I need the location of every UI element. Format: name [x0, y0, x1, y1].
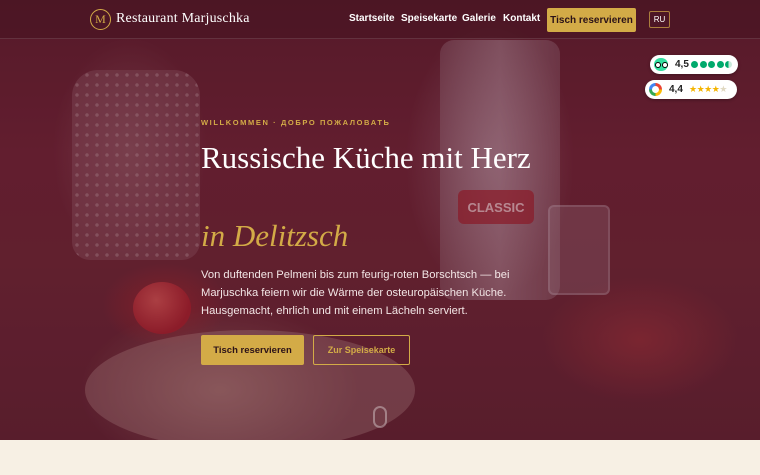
- scroll-down-icon[interactable]: [373, 406, 387, 428]
- star-icon: ★: [704, 84, 712, 94]
- hero-title: Russische Küche mit Herz: [201, 140, 531, 175]
- menu-link-button[interactable]: Zur Speisekarte: [313, 335, 410, 365]
- logo-icon[interactable]: M: [90, 9, 111, 30]
- tripadvisor-rating-value: 4,5: [675, 59, 689, 70]
- site-header: M Restaurant Marjuschka Startseite Speis…: [0, 0, 760, 39]
- next-section: [0, 440, 760, 475]
- star-icon: ★: [689, 84, 697, 94]
- hero-lead-text: Von duftenden Pelmeni bis zum feurig-rot…: [201, 269, 510, 317]
- hero-section: CLASSIC WILLKOMMEN · ДОБРО ПОЖАЛОВАТЬ Ru…: [0, 0, 760, 440]
- hero-title-accent: in Delitzsch: [201, 218, 349, 253]
- reserve-table-button[interactable]: Tisch reservieren: [201, 335, 304, 365]
- star-icon: ★: [696, 84, 705, 94]
- google-rating-value: 4,4: [669, 84, 683, 95]
- brand-name[interactable]: Restaurant Marjuschka: [116, 11, 250, 27]
- rating-dot: [725, 61, 732, 68]
- nav-item-galerie[interactable]: Galerie: [462, 13, 496, 24]
- hero-eyebrow: WILLKOMMEN · ДОБРО ПОЖАЛОВАТЬ: [201, 118, 391, 127]
- tripadvisor-rating-dots: [691, 61, 732, 68]
- rating-dot: [691, 61, 698, 68]
- tripadvisor-icon: [654, 58, 668, 71]
- google-icon: [649, 83, 662, 96]
- google-rating-stars: ★ ★ ★ ★ ★: [689, 84, 727, 95]
- nav-item-startseite[interactable]: Startseite: [349, 13, 395, 24]
- tripadvisor-rating-badge[interactable]: 4,5: [650, 55, 738, 74]
- rating-dot: [699, 61, 707, 68]
- star-icon: ★: [711, 84, 720, 94]
- star-icon: ★: [719, 84, 727, 94]
- language-switch[interactable]: RU: [649, 11, 670, 28]
- rating-dot: [708, 61, 715, 68]
- nav-item-kontakt[interactable]: Kontakt: [503, 13, 540, 24]
- header-reserve-button[interactable]: Tisch reservieren: [547, 8, 636, 32]
- hero-overlay: [0, 0, 760, 440]
- nav-item-speisekarte[interactable]: Speisekarte: [401, 13, 457, 24]
- rating-dot: [716, 61, 724, 68]
- google-rating-badge[interactable]: 4,4 ★ ★ ★ ★ ★: [645, 80, 737, 99]
